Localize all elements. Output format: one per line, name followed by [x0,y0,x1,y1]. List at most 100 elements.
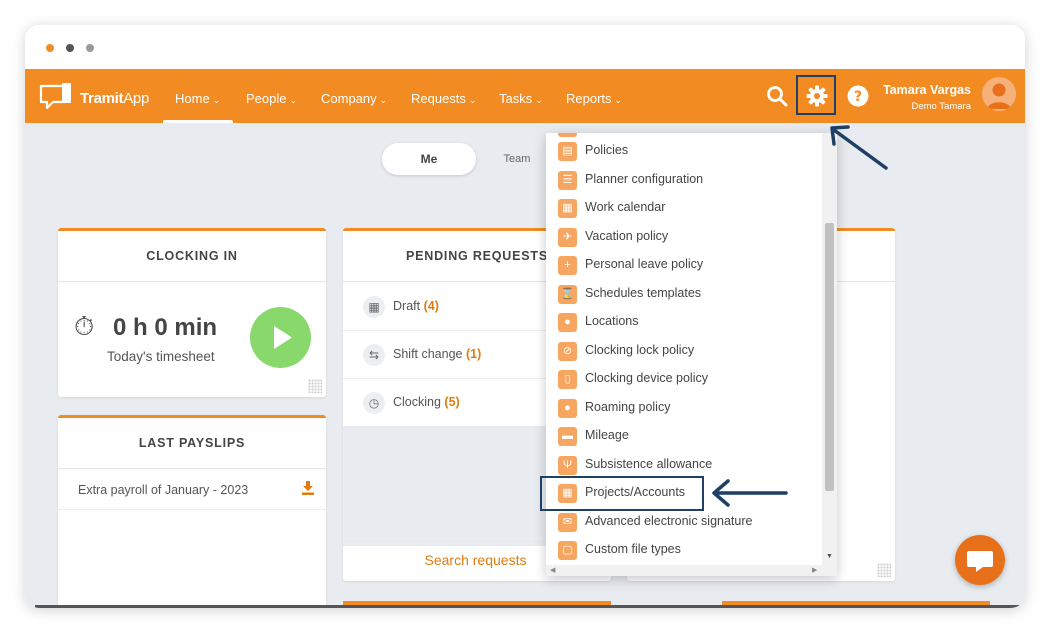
calendar-icon: ▦ [363,296,385,318]
menu-item-custom-file-types[interactable]: ▢ Custom file types [546,536,821,565]
help-icon[interactable]: ? [846,84,870,108]
menu-item-label: Schedules templates [585,285,702,300]
user-company: Demo Tamara [911,101,972,112]
menu-item-label: Vacation policy [585,228,669,243]
menu-item-policies[interactable]: ▤ Policies [546,137,821,166]
menu-item-locations[interactable]: ● Locations [546,308,821,337]
shift-swap-icon: ⇆ [363,344,385,366]
chevron-down-icon: ⌄ [212,95,221,105]
menu-item-personal-leave-policy[interactable]: + Personal leave policy [546,251,821,280]
bottom-edge-line [35,605,1025,608]
download-icon[interactable] [302,481,314,495]
menu-vertical-scrollbar[interactable]: ▼ [822,133,837,566]
menu-item-label: Personal leave policy [585,257,704,271]
search-icon[interactable] [765,84,789,108]
chevron-down-icon: ⌄ [289,95,298,105]
menu-item-subsistence-allowance[interactable]: Ψ Subsistence allowance [546,451,821,480]
play-icon [274,326,292,349]
payslips-card: LAST PAYSLIPS Extra payroll of January -… [58,415,326,608]
projects-annotation-box [540,476,704,511]
nav-company[interactable]: Company ⌄ [321,91,387,106]
request-count: (1) [465,347,482,361]
scroll-left-arrow-icon[interactable]: ◀ [550,566,555,574]
menu-item-clocking-device-policy[interactable]: ▯ Clocking device policy [546,365,821,394]
blocked-icon: ⊘ [558,341,577,361]
menu-item-label: Work calendar [585,200,666,214]
nav-requests[interactable]: Requests ⌄ [411,91,476,106]
resize-grip-icon[interactable] [877,563,891,577]
user-avatar-icon [987,83,1011,109]
nav-home[interactable]: Home ⌄ [175,91,220,106]
stopwatch-icon: ◷ [363,392,385,414]
avatar[interactable] [982,77,1016,111]
logo-speech-icon [39,83,71,110]
policies-icon: ▤ [558,142,577,161]
browser-window: TramitApp Home ⌄ People ⌄ Company ⌄ Request… [25,25,1025,608]
location-pin-icon: ● [558,313,577,332]
file-icon: ▢ [558,541,577,560]
window-dot-dark[interactable] [66,44,74,52]
envelope-icon: ✉ [558,512,577,532]
calendar-icon: ▦ [558,199,577,218]
resize-grip-icon[interactable] [308,379,322,393]
request-label: Draft [393,299,421,313]
planner-icon: ☰ [558,170,577,190]
clock-in-button[interactable] [250,307,311,368]
request-label: Shift change [393,347,463,361]
menu-item-label: Custom file types [585,542,681,556]
nav-company-label: Company [321,91,377,106]
cutlery-icon: Ψ [558,455,577,475]
window-titlebar [25,25,1025,69]
timesheet-label[interactable]: Today's timesheet [107,349,215,364]
scroll-down-arrow-icon[interactable]: ▼ [826,553,833,560]
nav-people[interactable]: People ⌄ [246,91,297,106]
chevron-down-icon: ⌄ [379,95,388,105]
nav-tasks[interactable]: Tasks ⌄ [499,91,543,106]
projects-pointer-arrow-icon [712,479,788,507]
menu-item-vacation-policy[interactable]: ✈ Vacation policy [546,223,821,252]
chevron-down-icon: ⌄ [468,95,477,105]
window-dot-orange[interactable] [46,44,54,52]
menu-item-roaming-policy[interactable]: ● Roaming policy [546,394,821,423]
nav-reports[interactable]: Reports ⌄ [566,91,622,106]
hourglass-icon: ⌛ [558,284,577,304]
car-icon: ▬ [558,427,577,446]
chat-bubble-icon [967,551,993,572]
menu-item-work-calendar[interactable]: ▦ Work calendar [546,194,821,223]
menu-item-label: Advanced electronic signature [585,513,753,528]
nav-reports-label: Reports [566,91,612,106]
menu-item-label: Subsistence allowance [585,456,713,471]
menu-item-clocking-lock-policy[interactable]: ⊘ Clocking lock policy [546,337,821,366]
scroll-right-arrow-icon[interactable]: ▶ [812,566,817,574]
menu-item-mileage[interactable]: ▬ Mileage [546,422,821,451]
location-pin-icon: ● [558,398,577,418]
menu-horizontal-scrollbar[interactable]: ◀ ▶ [546,565,837,576]
clocking-card-title: CLOCKING IN [58,231,326,282]
stopwatch-icon: ⏱ [74,311,95,341]
tramitapp-logo[interactable]: TramitApp [38,81,153,113]
nav-tasks-label: Tasks [499,91,533,106]
menu-item-label: Clocking lock policy [585,342,695,357]
toggle-team[interactable]: Team [482,143,552,175]
menu-item-planner-configuration[interactable]: ☰ Planner configuration [546,166,821,195]
menu-scroll-thumb[interactable] [825,223,834,491]
clocking-time: 0 h 0 min [113,314,218,341]
user-name[interactable]: Tamara Vargas [883,83,971,97]
gear-pointer-arrow-icon [830,125,888,170]
brand-name-part2: App [123,90,150,107]
top-navbar: TramitApp Home ⌄ People ⌄ Company ⌄ Request… [25,69,1025,123]
payslips-title: LAST PAYSLIPS [58,418,326,469]
chat-button[interactable] [955,535,1005,585]
menu-item-schedules-templates[interactable]: ⌛ Schedules templates [546,280,821,309]
nav-requests-label: Requests [411,91,466,106]
menu-item-label: Planner configuration [585,171,704,186]
toggle-me[interactable]: Me [382,143,476,175]
chevron-down-icon: ⌄ [535,95,543,105]
menu-item-label: Policies [585,143,629,157]
payslip-item[interactable]: Extra payroll of January - 2023 [78,483,248,497]
me-team-toggle[interactable]: Me Team [382,143,552,175]
menu-item-label: Roaming policy [585,399,671,414]
menu-item-label: Mileage [585,428,629,442]
calendar-plus-icon: + [558,256,577,275]
window-dot-gray[interactable] [86,44,94,52]
